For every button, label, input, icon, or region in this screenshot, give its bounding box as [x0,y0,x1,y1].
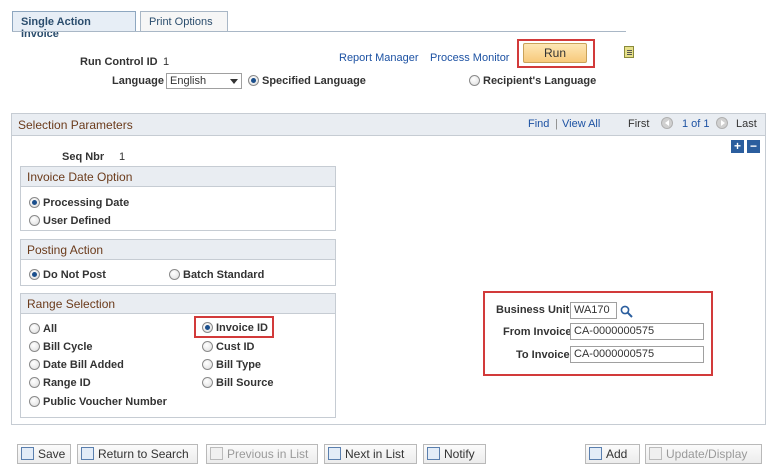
do-not-post-label: Do Not Post [43,269,106,281]
seq-nbr-label: Seq Nbr [62,151,105,163]
row-count: 1 of 1 [682,118,710,130]
return-to-search-button[interactable]: Return to Search [77,444,198,464]
previous-in-list-label: Previous in List [227,447,309,461]
view-all-link[interactable]: View All [562,118,600,130]
save-icon [21,447,34,460]
recipients-language-radio[interactable] [469,75,480,86]
process-monitor-link[interactable]: Process Monitor [430,52,509,64]
add-row-icon[interactable]: + [731,140,744,153]
invoice-id-radio[interactable] [202,322,213,333]
bill-source-label: Bill Source [216,377,274,389]
next-in-list-icon [328,447,341,460]
language-select[interactable]: English [166,73,242,89]
next-row-icon[interactable] [716,117,728,129]
to-invoice-input[interactable]: CA-0000000575 [570,346,704,363]
tab-print-options[interactable]: Print Options [140,11,228,32]
invoice-id-label: Invoice ID [216,322,268,334]
save-button-label: Save [38,447,66,461]
all-radio[interactable] [29,323,40,334]
processing-date-radio[interactable] [29,197,40,208]
public-voucher-number-radio[interactable] [29,396,40,407]
recipients-language-label: Recipient's Language [483,75,597,87]
bill-source-radio[interactable] [202,377,213,388]
report-manager-link[interactable]: Report Manager [339,52,419,64]
range-id-label: Range ID [43,377,91,389]
add-button[interactable]: Add [585,444,640,464]
update-display-icon [649,447,662,460]
last-label: Last [736,118,757,130]
delete-row-icon[interactable]: − [747,140,760,153]
selection-parameters-title: Selection Parameters [18,118,133,132]
next-in-list-button[interactable]: Next in List [324,444,417,464]
bill-type-radio[interactable] [202,359,213,370]
bill-cycle-radio[interactable] [29,341,40,352]
tab-single-action-invoice[interactable]: Single Action Invoice [12,11,136,40]
return-to-search-icon [81,447,94,460]
save-button[interactable]: Save [17,444,71,464]
previous-in-list-button[interactable]: Previous in List [206,444,318,464]
range-selection-title: Range Selection [21,294,335,314]
date-bill-added-radio[interactable] [29,359,40,370]
find-link[interactable]: Find [528,118,549,130]
add-icon [589,447,602,460]
first-label: First [628,118,650,130]
previous-row-icon[interactable] [661,117,673,129]
update-display-button[interactable]: Update/Display [645,444,762,464]
cust-id-radio[interactable] [202,341,213,352]
previous-in-list-icon [210,447,223,460]
range-id-radio[interactable] [29,377,40,388]
tab-divider [12,31,626,32]
return-to-search-label: Return to Search [98,447,189,461]
run-control-id-label: Run Control ID [80,56,158,68]
user-defined-radio[interactable] [29,215,40,226]
date-bill-added-label: Date Bill Added [43,359,124,371]
batch-standard-label: Batch Standard [183,269,265,281]
bill-cycle-label: Bill Cycle [43,341,93,353]
from-invoice-input[interactable]: CA-0000000575 [570,323,704,340]
user-defined-label: User Defined [43,215,111,227]
posting-action-title: Posting Action [21,240,335,260]
notify-label: Notify [444,447,475,461]
all-label: All [43,323,58,335]
specified-language-label: Specified Language [262,75,366,87]
cust-id-label: Cust ID [216,341,255,353]
run-button[interactable]: Run [523,43,587,63]
public-voucher-number-label: Public Voucher Number [43,396,167,408]
run-control-id-value: 1 [163,56,170,68]
from-invoice-label: From Invoice [503,326,572,338]
language-select-value: English [170,75,207,87]
add-label: Add [606,447,628,461]
specified-language-radio[interactable] [248,75,259,86]
processing-date-label: Processing Date [43,197,130,209]
seq-nbr-value: 1 [119,151,126,163]
language-label: Language [112,75,164,87]
notify-icon [427,447,440,460]
find-separator: | [555,118,558,130]
to-invoice-label: To Invoice [516,349,570,361]
update-display-label: Update/Display [666,447,748,461]
next-in-list-label: Next in List [345,447,405,461]
invoice-date-option-title: Invoice Date Option [21,167,335,187]
business-unit-label: Business Unit [496,304,570,316]
report-icon[interactable] [624,46,634,58]
bill-type-label: Bill Type [216,359,262,371]
search-icon[interactable] [620,305,633,318]
do-not-post-radio[interactable] [29,269,40,280]
business-unit-input[interactable]: WA170 [570,302,617,319]
chevron-down-icon [230,79,238,84]
notify-button[interactable]: Notify [423,444,486,464]
batch-standard-radio[interactable] [169,269,180,280]
